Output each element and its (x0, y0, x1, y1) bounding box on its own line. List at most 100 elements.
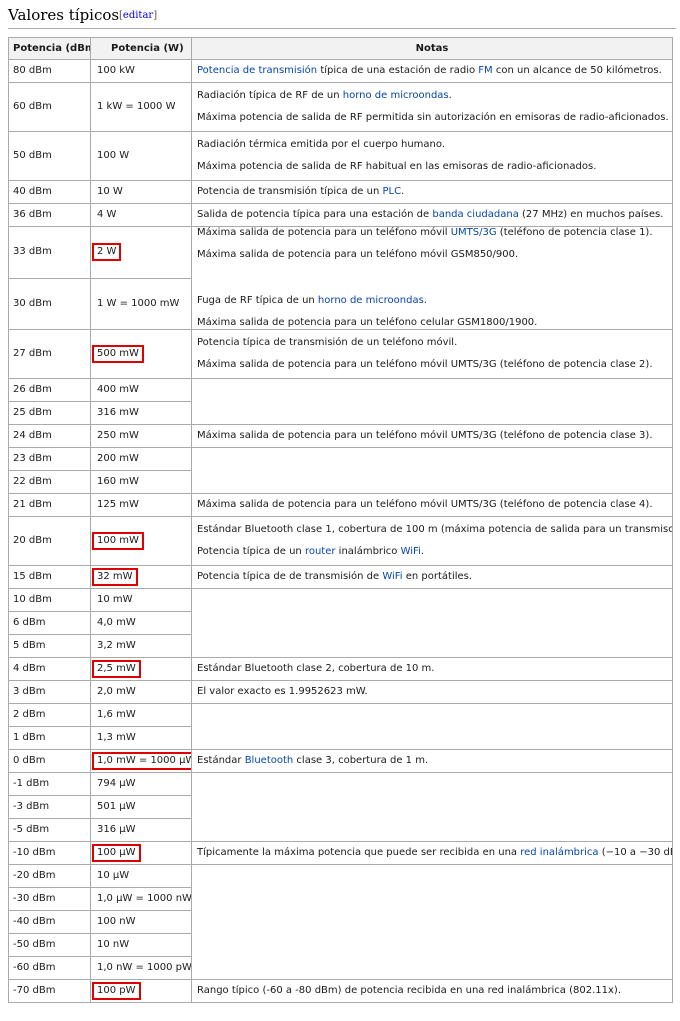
wiki-link[interactable]: PLC (382, 186, 401, 197)
note-text: (27 MHz) en muchos países. (518, 209, 664, 220)
watts-cell: 100 kW (90, 59, 192, 83)
note-text: Fuga de RF típica de un (197, 295, 318, 306)
notes-cell (191, 772, 673, 842)
notes-cell (191, 588, 673, 658)
watts-cell: 1,0 nW = 1000 pW (90, 956, 192, 980)
watts-cell: 1,0 mW = 1000 µW (90, 749, 192, 773)
wiki-link[interactable]: Potencia de transmisión (197, 65, 317, 76)
notes-cell: Estándar Bluetooth clase 3, cobertura de… (191, 749, 673, 773)
dbm-cell: -3 dBm (8, 795, 91, 819)
notes-cell: Potencia típica de transmisión de un tel… (191, 329, 673, 379)
wiki-link[interactable]: Bluetooth (245, 755, 294, 766)
wiki-link[interactable]: router (305, 546, 336, 557)
note-text: clase 3, cobertura de 1 m. (293, 755, 429, 766)
note-text: Potencia típica de un (197, 546, 305, 557)
table-row: -10 dBm 100 µW Típicamente la máxima poten… (8, 841, 673, 865)
table-row: 80 dBm 100 kW Potencia de transmisión típi… (8, 59, 673, 83)
note-paragraph: Rango típico (-60 a -80 dBm) de potencia… (197, 985, 668, 997)
header-dbm: Potencia (dBm) (8, 37, 91, 60)
note-text: Máxima salida de potencia para un teléfo… (197, 249, 519, 260)
dbm-cell: 4 dBm (8, 657, 91, 681)
note-paragraph: Estándar Bluetooth clase 2, cobertura de… (197, 663, 668, 675)
dbm-cell: 21 dBm (8, 493, 91, 517)
note-text: con un alcance de 50 kilómetros. (492, 65, 662, 76)
dbm-cell: 5 dBm (8, 634, 91, 658)
table-row: 20 dBm 100 mW Estándar Bluetooth clase 1, … (8, 516, 673, 566)
note-paragraph: Radiación térmica emitida por el cuerpo … (197, 139, 668, 151)
wiki-link[interactable]: banda ciudadana (432, 209, 519, 220)
note-paragraph (197, 271, 668, 285)
note-text: Máxima salida de potencia para un teléfo… (197, 317, 538, 328)
note-paragraph: Máxima salida de potencia para un teléfo… (197, 499, 668, 511)
note-text: (teléfono de potencia clase 1). (496, 227, 653, 239)
table-row: 10 dBm 10 mW (8, 588, 673, 658)
table-row: -1 dBm 794 µW (8, 772, 673, 842)
dbm-cell: -20 dBm (8, 864, 91, 888)
wiki-link[interactable]: UMTS/3G (451, 228, 497, 239)
dbm-cell: 20 dBm (8, 516, 91, 566)
note-text: Máxima salida de potencia para un teléfo… (197, 499, 653, 510)
wiki-link[interactable]: WiFi (382, 571, 402, 582)
notes-cell: Radiación térmica emitida por el cuerpo … (191, 131, 673, 181)
highlight-box: 500 mW (92, 345, 144, 363)
note-text: Máxima potencia de salida de RF permitid… (197, 112, 669, 123)
note-paragraph: Potencia típica de un router inalámbrico… (197, 546, 668, 558)
watts-cell: 501 µW (90, 795, 192, 819)
header-notes: Notas (191, 37, 673, 60)
note-paragraph: Máxima potencia de salida de RF permitid… (197, 112, 669, 124)
watts-cell: 100 W (90, 131, 192, 181)
wiki-link[interactable]: horno de microondas (343, 90, 449, 101)
dbm-cell: 2 dBm (8, 703, 91, 727)
note-text: Máxima potencia de salida de RF habitual… (197, 161, 597, 172)
notes-cell: Potencia de transmisión típica de un PLC… (191, 180, 673, 204)
dbm-cell: 27 dBm (8, 329, 91, 379)
note-text: El valor exacto es 1.9952623 mW. (197, 686, 368, 697)
note-paragraph: Máxima potencia de salida de RF habitual… (197, 161, 668, 173)
wiki-link[interactable]: FM (478, 65, 492, 76)
note-paragraph: Potencia típica de de transmisión de WiF… (197, 571, 668, 583)
highlight-box: 2 W (92, 243, 122, 262)
note-paragraph: Potencia típica de transmisión de un tel… (197, 337, 668, 349)
highlight-box: 100 µW (92, 844, 141, 862)
note-text: Máxima salida de potencia para un teléfo… (197, 359, 653, 370)
table-body: 80 dBm 100 kW Potencia de transmisión típi… (8, 59, 673, 1003)
table-row: 2 dBm 1,6 mW (8, 703, 673, 750)
note-paragraph: Máxima salida de potencia para un teléfo… (197, 317, 668, 329)
wiki-link[interactable]: WiFi (401, 546, 421, 557)
watts-cell: 2 W (90, 226, 192, 279)
note-paragraph: El valor exacto es 1.9952623 mW. (197, 686, 668, 698)
table-row: 33 dBm 2 W Máxima salida de potencia para … (8, 226, 673, 330)
watts-cell: 1,0 µW = 1000 nW (90, 887, 192, 911)
table-row: 21 dBm 125 mW Máxima salida de potencia pa… (8, 493, 673, 517)
highlight-box: 100 pW (92, 982, 141, 1000)
watts-cell: 500 mW (90, 329, 192, 379)
notes-cell: Estándar Bluetooth clase 2, cobertura de… (191, 657, 673, 681)
dbm-cell: 23 dBm (8, 447, 91, 471)
watts-cell: 2,0 mW (90, 680, 192, 704)
watts-cell: 10 µW (90, 864, 192, 888)
note-text: en portátiles. (402, 571, 473, 582)
note-text: Estándar (197, 755, 245, 766)
dbm-cell: 0 dBm (8, 749, 91, 773)
table-row: -20 dBm 10 µW (8, 864, 673, 980)
edit-link[interactable]: editar (123, 10, 153, 21)
dbm-cell: -50 dBm (8, 933, 91, 957)
dbm-cell: 50 dBm (8, 131, 91, 181)
notes-cell: El valor exacto es 1.9952623 mW. (191, 680, 673, 704)
wiki-link[interactable]: red inalámbrica (520, 847, 598, 858)
wiki-link[interactable]: horno de microondas (318, 295, 424, 306)
table-row: 3 dBm 2,0 mW El valor exacto es 1.9952623 … (8, 680, 673, 704)
note-text: Potencia típica de transmisión de un tel… (197, 337, 458, 348)
dbm-cell: 30 dBm (8, 277, 91, 330)
note-text: Radiación típica de RF de un (197, 90, 343, 101)
table-row: 4 dBm 2,5 mW Estándar Bluetooth clase 2, c… (8, 657, 673, 681)
table-row: 40 dBm 10 W Potencia de transmisión típica… (8, 180, 673, 204)
notes-cell: Potencia típica de de transmisión de WiF… (191, 565, 673, 589)
dbm-cell: 80 dBm (8, 59, 91, 83)
table-row: 26 dBm 400 mW (8, 378, 673, 425)
watts-cell: 10 nW (90, 933, 192, 957)
note-text: Estándar Bluetooth clase 1, cobertura de… (197, 524, 673, 535)
table-row: 24 dBm 250 mW Máxima salida de potencia pa… (8, 424, 673, 448)
watts-cell: 2,5 mW (90, 657, 192, 681)
watts-cell: 3,2 mW (90, 634, 192, 658)
